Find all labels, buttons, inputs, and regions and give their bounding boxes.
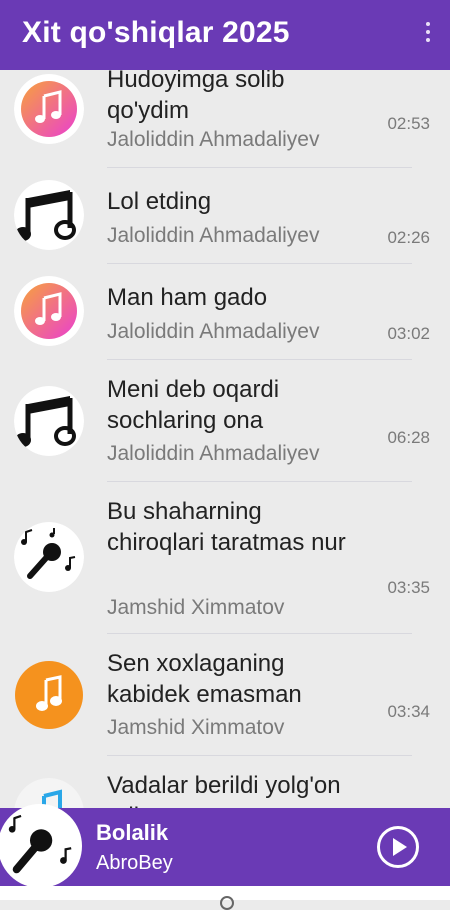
song-duration: 02:53 [387, 114, 430, 133]
song-artist: Jaloliddin Ahmadaliyev [107, 128, 320, 151]
song-duration: 03:02 [387, 324, 430, 343]
music-note-pink-icon [14, 74, 84, 144]
song-title: Man ham gado [107, 284, 268, 311]
song-title: Hudoyimga solib qo'ydim [107, 70, 285, 124]
music-notes-black-icon [14, 386, 84, 456]
app-title: Xit qo'shiqlar 2025 [22, 16, 290, 49]
song-row[interactable]: Meni deb oqardi sochlaring ona Jaloliddi… [0, 360, 450, 482]
song-row[interactable]: Man ham gado Jaloliddin Ahmadaliyev 03:0… [0, 264, 450, 360]
music-note-orange-icon [14, 660, 84, 730]
play-icon [377, 826, 419, 868]
song-duration: 02:26 [387, 228, 430, 247]
song-title: Sen xoxlaganing kabidek emasman [107, 650, 302, 708]
song-row[interactable]: Lol etding Jaloliddin Ahmadaliyev 02:26 [0, 168, 450, 264]
app-bar: Xit qo'shiqlar 2025 [0, 0, 450, 70]
system-nav-bar [0, 886, 450, 910]
now-playing-title: Bolalik [96, 820, 169, 845]
song-duration: 03:34 [387, 702, 430, 721]
play-button[interactable] [376, 825, 420, 869]
mini-player[interactable]: Bolalik AbroBey [0, 804, 450, 888]
overflow-menu-icon[interactable] [422, 20, 434, 50]
song-artist: Jaloliddin Ahmadaliyev [107, 442, 320, 465]
microphone-icon [14, 522, 84, 592]
song-artist: Jaloliddin Ahmadaliyev [107, 224, 320, 247]
song-row[interactable]: Hudoyimga solib qo'ydim Jaloliddin Ahmad… [0, 70, 450, 168]
music-note-pink-icon [14, 276, 84, 346]
now-playing-artist: AbroBey [96, 852, 173, 874]
song-row[interactable]: Bu shaharning chiroqlari taratmas nur Ja… [0, 482, 450, 634]
microphone-icon [0, 804, 82, 888]
music-note-blue-icon [14, 778, 84, 808]
song-artist: Jamshid Ximmatov [107, 596, 285, 619]
song-duration: 06:28 [387, 428, 430, 447]
song-artist: Jaloliddin Ahmadaliyev [107, 320, 320, 343]
music-notes-black-icon [14, 180, 84, 250]
song-list[interactable]: Hudoyimga solib qo'ydim Jaloliddin Ahmad… [0, 70, 450, 808]
song-title: Lol etding [107, 188, 212, 215]
home-button-icon[interactable] [220, 896, 234, 910]
song-title: Vadalar berildi yolg'on edi [107, 772, 341, 808]
song-title: Bu shaharning chiroqlari taratmas nur [107, 498, 346, 556]
song-artist: Jamshid Ximmatov [107, 716, 285, 739]
song-row[interactable]: Vadalar berildi yolg'on edi [0, 756, 450, 808]
song-row[interactable]: Sen xoxlaganing kabidek emasman Jamshid … [0, 634, 450, 756]
song-title: Meni deb oqardi sochlaring ona [107, 376, 280, 434]
song-duration: 03:35 [387, 578, 430, 597]
